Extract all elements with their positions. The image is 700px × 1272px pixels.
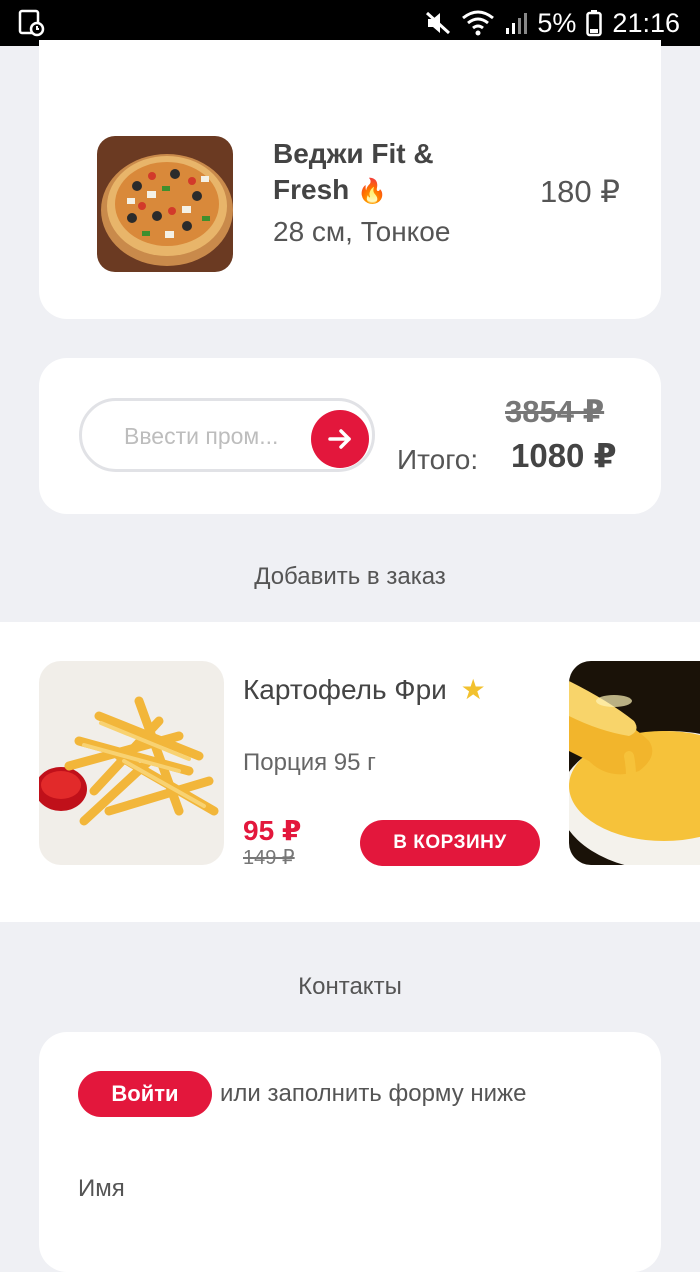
addon-old-price: 149 ₽: [243, 847, 295, 869]
total-label: Итого:: [397, 444, 479, 475]
apply-promo-button[interactable]: [311, 410, 369, 468]
product-name-line2: Fresh: [273, 174, 350, 205]
battery-icon: [586, 9, 603, 37]
name-input[interactable]: [78, 1220, 642, 1252]
wifi-icon: [461, 10, 495, 36]
arrow-right-icon: [328, 429, 351, 449]
screenshot-notification-icon: [18, 9, 46, 37]
login-button[interactable]: Войти: [78, 1071, 212, 1117]
product-name-line2-row: Fresh 🔥: [273, 172, 503, 210]
login-hint: или заполнить форму ниже: [220, 1080, 527, 1107]
mute-icon: [425, 10, 451, 36]
addon-description: Порция 95 г: [243, 749, 376, 776]
star-icon: ★: [460, 674, 486, 705]
fire-icon: 🔥: [357, 178, 387, 205]
contacts-title: Контакты: [298, 973, 402, 1000]
signal-icon: [505, 10, 528, 36]
old-total-price: 3854 ₽: [505, 394, 605, 429]
product-price: 180 ₽: [539, 174, 620, 209]
product-name: Веджи Fit & Fresh 🔥: [273, 136, 503, 210]
add-to-cart-button[interactable]: В КОРЗИНУ: [360, 820, 540, 866]
clock: 21:16: [612, 7, 680, 38]
total-price: 1080 ₽: [511, 437, 617, 474]
add-to-order-title: Добавить в заказ: [254, 563, 446, 590]
product-name-line1: Веджи Fit &: [273, 138, 434, 169]
pizza-image: [97, 136, 233, 272]
addon-price: 95 ₽: [243, 815, 302, 846]
fries-image: [39, 661, 224, 865]
product-description: 28 см, Тонкое: [273, 216, 451, 247]
cheese-sauce-image[interactable]: [569, 661, 700, 865]
addon-name: Картофель Фри: [243, 674, 447, 705]
name-label: Имя: [78, 1175, 125, 1202]
battery-percent: 5%: [537, 7, 577, 38]
addon-name-row: Картофель Фри ★: [243, 673, 486, 706]
promo-code-input[interactable]: [122, 401, 306, 471]
